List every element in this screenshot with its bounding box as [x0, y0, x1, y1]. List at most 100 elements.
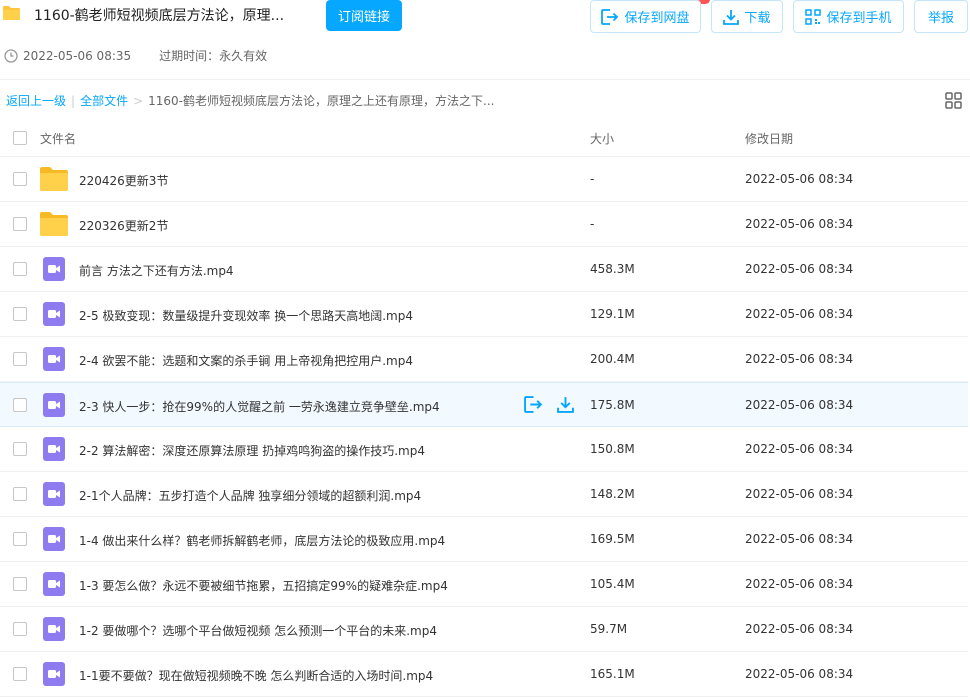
- video-file-icon: [43, 572, 65, 596]
- share-meta: 2022-05-06 08:35 过期时间：永久有效: [4, 47, 267, 64]
- folder-icon: [40, 167, 68, 191]
- file-size: 150.8M: [590, 442, 635, 456]
- row-checkbox[interactable]: [13, 667, 27, 681]
- file-date: 2022-05-06 08:34: [745, 442, 854, 456]
- row-save-to-disk-icon[interactable]: [524, 396, 543, 413]
- file-date: 2022-05-06 08:34: [745, 172, 854, 186]
- download-button[interactable]: 下载: [711, 0, 783, 33]
- grid-view-icon[interactable]: [945, 92, 962, 109]
- video-file-icon: [43, 393, 65, 417]
- video-file-icon: [43, 482, 65, 506]
- file-name[interactable]: 1-3 要怎么做？永远不要被细节拖累，五招搞定99%的疑难杂症.mp4: [79, 577, 448, 594]
- video-file-icon: [43, 257, 65, 281]
- file-date: 2022-05-06 08:34: [745, 577, 854, 591]
- file-name[interactable]: 前言 方法之下还有方法.mp4: [79, 262, 234, 279]
- share-title: 1160-鹤老师短视频底层方法论，原理...: [34, 8, 285, 24]
- all-files-link[interactable]: 全部文件: [80, 92, 128, 109]
- row-checkbox[interactable]: [13, 532, 27, 546]
- file-name[interactable]: 1-1要不要做？现在做短视频晚不晚 怎么判断合适的入场时间.mp4: [79, 667, 433, 684]
- file-row[interactable]: 220326更新2节 - 2022-05-06 08:34: [0, 202, 968, 247]
- file-name[interactable]: 2-2 算法解密：深度还原算法原理 扔掉鸡鸣狗盗的操作技巧.mp4: [79, 442, 425, 459]
- file-row[interactable]: 220426更新3节 - 2022-05-06 08:34: [0, 157, 968, 202]
- save-to-phone-label: 保存到手机: [826, 11, 892, 26]
- clock-icon: [4, 48, 18, 63]
- row-checkbox[interactable]: [13, 217, 27, 231]
- file-size: 200.4M: [590, 352, 635, 366]
- file-row[interactable]: 2-3 快人一步：抢在99%的人觉醒之前 一劳永逸建立竞争壁垒.mp4 175.8…: [0, 382, 968, 427]
- file-date: 2022-05-06 08:34: [745, 217, 854, 231]
- video-file-icon: [43, 302, 65, 326]
- file-name[interactable]: 2-4 欲罢不能：选题和文案的杀手锏 用上帝视角把控用户.mp4: [79, 352, 413, 369]
- file-date: 2022-05-06 08:34: [745, 487, 854, 501]
- row-checkbox[interactable]: [13, 622, 27, 636]
- file-row[interactable]: 1-4 做出来什么样？鹤老师拆解鹤老师，底层方法论的极致应用.mp4 169.5M…: [0, 517, 968, 562]
- row-checkbox[interactable]: [13, 307, 27, 321]
- folder-icon: [40, 212, 68, 236]
- file-row[interactable]: 2-1个人品牌：五步打造个人品牌 独享细分领域的超额利润.mp4 148.2M 20…: [0, 472, 968, 517]
- file-size: -: [590, 217, 595, 231]
- file-name[interactable]: 2-3 快人一步：抢在99%的人觉醒之前 一劳永逸建立竞争壁垒.mp4: [79, 398, 440, 415]
- row-download-icon[interactable]: [557, 396, 574, 413]
- file-size: 105.4M: [590, 577, 635, 591]
- save-to-disk-button[interactable]: 保存到网盘: [590, 0, 701, 33]
- file-name[interactable]: 1-2 要做哪个？选哪个平台做短视频 怎么预测一个平台的未来.mp4: [79, 622, 437, 639]
- file-name[interactable]: 2-1个人品牌：五步打造个人品牌 独享细分领域的超额利润.mp4: [79, 487, 421, 504]
- file-date: 2022-05-06 08:34: [745, 307, 854, 321]
- breadcrumb-chevron: >: [133, 93, 144, 108]
- row-checkbox[interactable]: [13, 352, 27, 366]
- video-file-icon: [43, 437, 65, 461]
- file-size: 175.8M: [590, 398, 635, 412]
- download-icon: [723, 9, 740, 25]
- file-date: 2022-05-06 08:34: [745, 352, 854, 366]
- file-date: 2022-05-06 08:34: [745, 622, 854, 636]
- save-to-phone-button[interactable]: 保存到手机: [793, 0, 904, 33]
- subscribe-button[interactable]: 订阅链接: [326, 0, 402, 31]
- share-header: 1160-鹤老师短视频底层方法论，原理... 订阅链接 保存到网盘 下载 保存到…: [0, 0, 970, 80]
- row-checkbox[interactable]: [13, 172, 27, 186]
- save-to-disk-icon: [601, 8, 619, 25]
- file-size: 458.3M: [590, 262, 635, 276]
- select-all-checkbox[interactable]: [13, 131, 27, 145]
- file-name[interactable]: 220426更新3节: [79, 172, 168, 189]
- file-size: 169.5M: [590, 532, 635, 546]
- file-size: 129.1M: [590, 307, 635, 321]
- file-size: 165.1M: [590, 667, 635, 681]
- column-size[interactable]: 大小: [590, 130, 614, 147]
- download-label: 下载: [744, 11, 771, 26]
- file-row[interactable]: 2-4 欲罢不能：选题和文案的杀手锏 用上帝视角把控用户.mp4 200.4M 20…: [0, 337, 968, 382]
- file-row[interactable]: 前言 方法之下还有方法.mp4 458.3M 2022-05-06 08:34: [0, 247, 968, 292]
- file-name[interactable]: 2-5 极致变现：数量级提升变现效率 换一个思路天高地阔.mp4: [79, 307, 413, 324]
- breadcrumb: 返回上一级 | 全部文件 > 1160-鹤老师短视频底层方法论，原理之上还有原理…: [6, 92, 494, 109]
- file-row[interactable]: 1-1要不要做？现在做短视频晚不晚 怎么判断合适的入场时间.mp4 165.1M 2…: [0, 652, 968, 697]
- file-date: 2022-05-06 08:34: [745, 532, 854, 546]
- folder-icon: [3, 6, 20, 20]
- breadcrumb-separator: |: [71, 93, 76, 108]
- qr-phone-icon: [805, 8, 822, 25]
- row-checkbox[interactable]: [13, 577, 27, 591]
- video-file-icon: [43, 347, 65, 371]
- file-name[interactable]: 1-4 做出来什么样？鹤老师拆解鹤老师，底层方法论的极致应用.mp4: [79, 532, 445, 549]
- back-link[interactable]: 返回上一级: [6, 92, 66, 109]
- expire-text: 过期时间：永久有效: [159, 49, 268, 63]
- save-to-disk-label: 保存到网盘: [624, 11, 690, 26]
- video-file-icon: [43, 617, 65, 641]
- file-row[interactable]: 2-2 算法解密：深度还原算法原理 扔掉鸡鸣狗盗的操作技巧.mp4 150.8M 2…: [0, 427, 968, 472]
- row-checkbox[interactable]: [13, 487, 27, 501]
- file-size: 59.7M: [590, 622, 628, 636]
- video-file-icon: [43, 527, 65, 551]
- report-button[interactable]: 举报: [914, 0, 968, 33]
- file-table-header: 文件名 大小 修改日期: [0, 116, 970, 157]
- file-date: 2022-05-06 08:34: [745, 398, 854, 412]
- file-date: 2022-05-06 08:34: [745, 667, 854, 681]
- file-name[interactable]: 220326更新2节: [79, 217, 168, 234]
- file-size: 148.2M: [590, 487, 635, 501]
- file-row[interactable]: 1-3 要怎么做？永远不要被细节拖累，五招搞定99%的疑难杂症.mp4 105.4…: [0, 562, 968, 607]
- row-checkbox[interactable]: [13, 262, 27, 276]
- row-checkbox[interactable]: [13, 398, 27, 412]
- column-name[interactable]: 文件名: [40, 130, 76, 147]
- file-row[interactable]: 1-2 要做哪个？选哪个平台做短视频 怎么预测一个平台的未来.mp4 59.7M 2…: [0, 607, 968, 652]
- file-row[interactable]: 2-5 极致变现：数量级提升变现效率 换一个思路天高地阔.mp4 129.1M 20…: [0, 292, 968, 337]
- column-date[interactable]: 修改日期: [745, 130, 793, 147]
- row-checkbox[interactable]: [13, 442, 27, 456]
- file-date: 2022-05-06 08:34: [745, 262, 854, 276]
